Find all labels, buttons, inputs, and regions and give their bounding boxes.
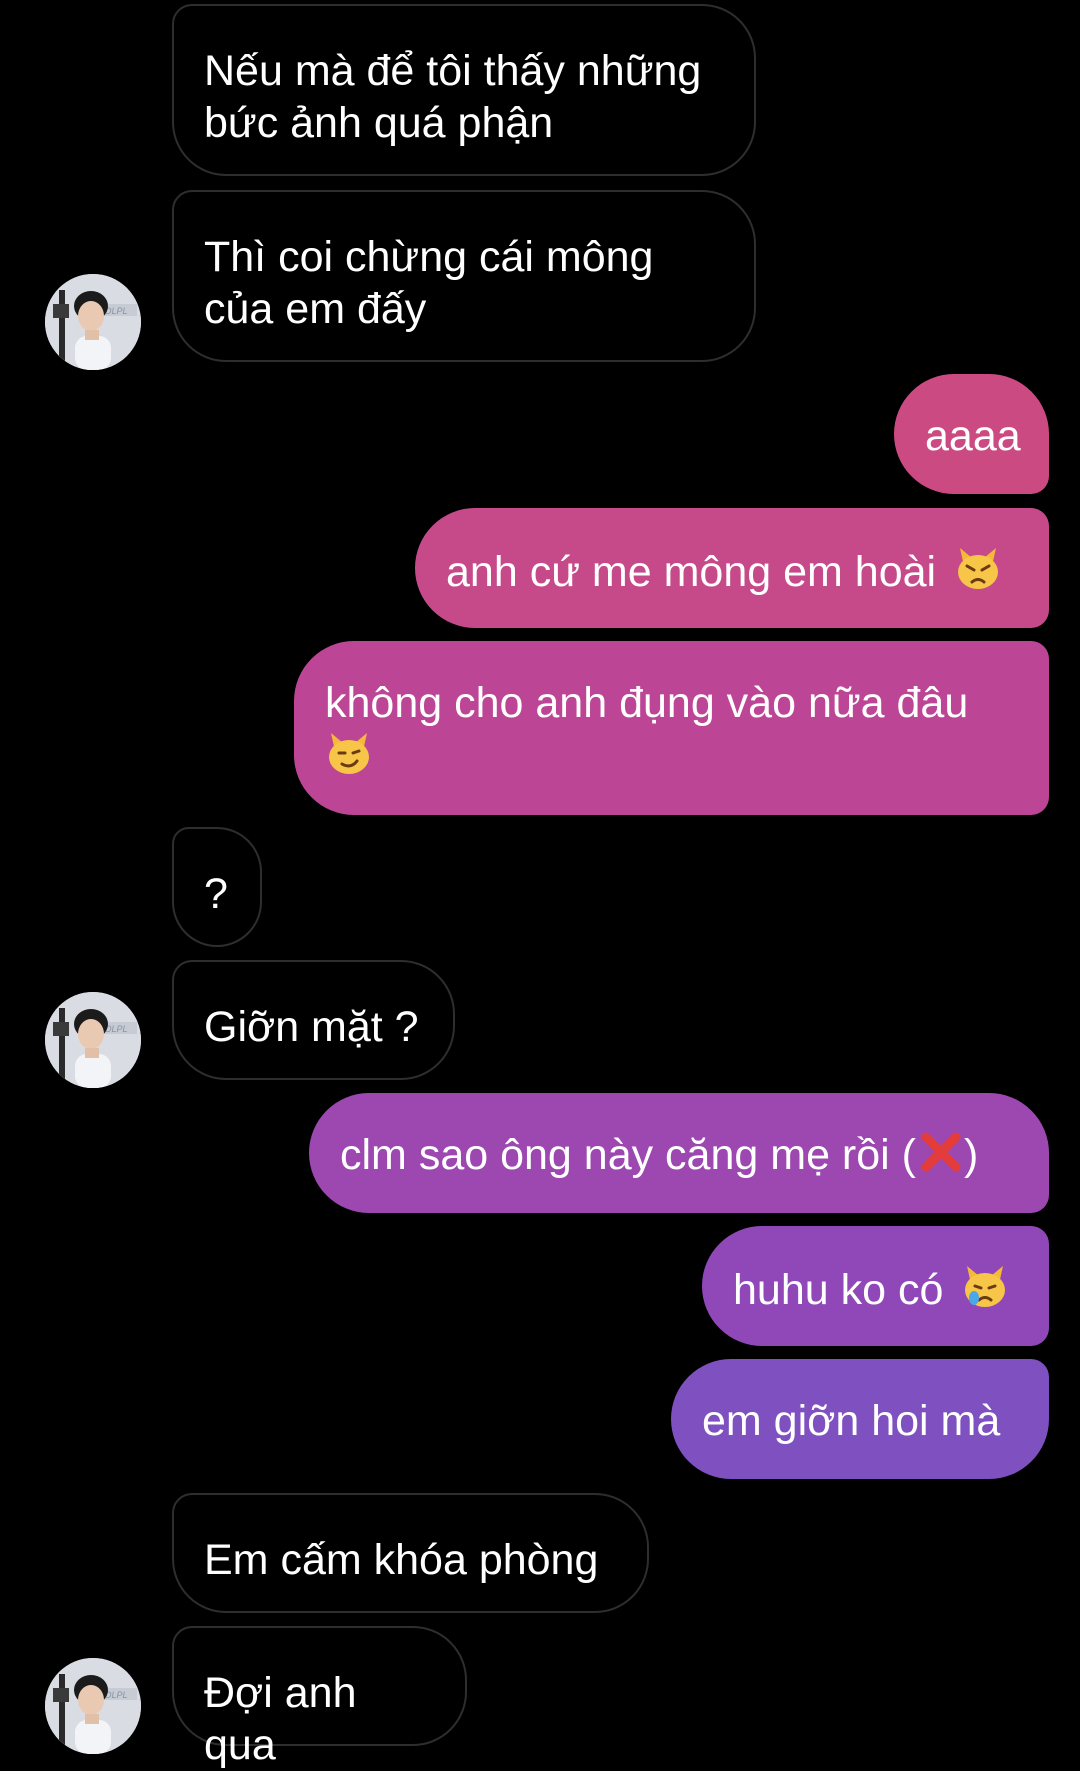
- incoming-message[interactable]: Đợi anh qua: [172, 1626, 467, 1769]
- pouting-cat-icon: [954, 544, 1002, 604]
- message-text: anh cứ me mông em hoài: [446, 548, 937, 596]
- message-text: huhu ko có: [733, 1266, 944, 1314]
- message-text: Nếu mà để tôi thấy những bức ảnh quá phậ…: [204, 47, 702, 147]
- message-text: em giỡn hoi mà: [702, 1397, 1001, 1445]
- message-text: aaaa: [925, 412, 1021, 460]
- outgoing-message[interactable]: huhu ko có: [702, 1226, 1049, 1346]
- message-text: Em cấm khóa phòng: [204, 1536, 599, 1584]
- svg-text:ƆLPL: ƆLPL: [105, 1690, 128, 1700]
- incoming-message[interactable]: Thì coi chừng cái mông của em đấy: [172, 190, 756, 362]
- svg-text:ƆLPL: ƆLPL: [105, 1024, 128, 1034]
- smirking-cat-icon: [325, 729, 373, 789]
- incoming-message[interactable]: Nếu mà để tôi thấy những bức ảnh quá phậ…: [172, 4, 756, 176]
- message-text: clm sao ông này căng mẹ rồi (: [340, 1131, 916, 1179]
- message-text: Đợi anh qua: [204, 1669, 357, 1769]
- contact-avatar[interactable]: ƆLPL: [45, 1658, 141, 1754]
- outgoing-message[interactable]: em giỡn hoi mà: [671, 1359, 1049, 1479]
- contact-avatar[interactable]: ƆLPL: [45, 992, 141, 1088]
- outgoing-message[interactable]: aaaa: [894, 374, 1049, 494]
- incoming-message[interactable]: ?: [172, 827, 262, 947]
- message-text: không cho anh đụng vào nữa đâu: [325, 679, 969, 727]
- message-thread[interactable]: Nếu mà để tôi thấy những bức ảnh quá phậ…: [0, 0, 1080, 1769]
- outgoing-message[interactable]: clm sao ông này căng mẹ rồi ( ): [309, 1093, 1049, 1213]
- message-text: ?: [204, 870, 228, 918]
- contact-avatar[interactable]: ƆLPL: [45, 274, 141, 370]
- message-text-suffix: ): [964, 1131, 979, 1179]
- outgoing-message[interactable]: anh cứ me mông em hoài: [415, 508, 1049, 628]
- crying-cat-icon: [961, 1262, 1009, 1322]
- outgoing-message[interactable]: không cho anh đụng vào nữa đâu: [294, 641, 1049, 815]
- incoming-message[interactable]: Em cấm khóa phòng: [172, 1493, 649, 1613]
- message-text: Giỡn mặt ?: [204, 1003, 419, 1051]
- avatar-image: ƆLPL: [45, 992, 141, 1088]
- incoming-message[interactable]: Giỡn mặt ?: [172, 960, 455, 1080]
- message-text: Thì coi chừng cái mông của em đấy: [204, 233, 654, 333]
- avatar-image: ƆLPL: [45, 274, 141, 370]
- svg-text:ƆLPL: ƆLPL: [105, 306, 128, 316]
- cross-mark-icon: [918, 1129, 964, 1187]
- avatar-image: ƆLPL: [45, 1658, 141, 1754]
